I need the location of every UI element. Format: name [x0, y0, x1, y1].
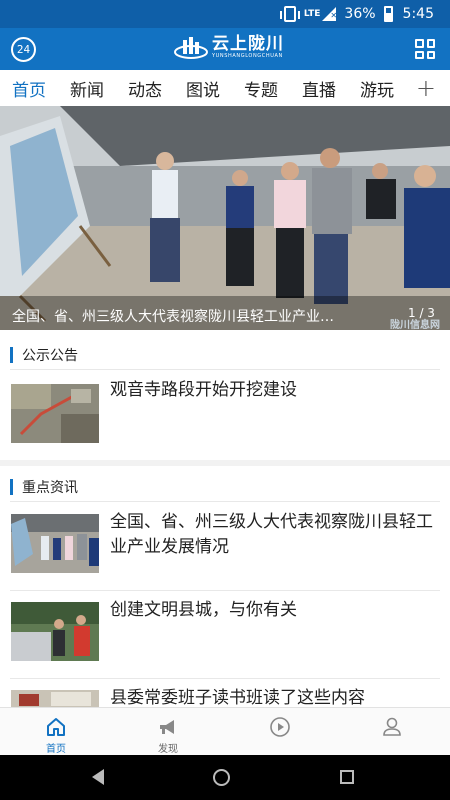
- banner-watermark: 陇川信息网: [390, 320, 440, 331]
- clock: 5:45: [402, 6, 434, 22]
- vibrate-icon: [279, 6, 300, 22]
- news-thumbnail[interactable]: [11, 602, 99, 661]
- channel-tabs: 首页 新闻 动态 图说 专题 直播 游玩 +: [0, 70, 450, 106]
- battery-icon: [383, 6, 393, 22]
- divider: [10, 590, 440, 591]
- tab-travel[interactable]: 游玩: [348, 76, 406, 101]
- banner-carousel[interactable]: [0, 106, 450, 330]
- signal-icon: ✕: [322, 7, 337, 21]
- tab-live[interactable]: 直播: [290, 76, 348, 101]
- nav-video[interactable]: [245, 708, 315, 756]
- tab-topics[interactable]: 专题: [232, 76, 290, 101]
- divider: [10, 369, 440, 370]
- key-news-section-header: 重点资讯: [10, 477, 78, 497]
- news-title[interactable]: 观音寺路段开始开挖建设: [110, 378, 440, 403]
- logo-subtitle: YUNSHANGLONGCHUAN: [212, 53, 283, 59]
- tab-photos[interactable]: 图说: [174, 76, 232, 101]
- logo-title: 云上陇川: [212, 34, 284, 54]
- news-title[interactable]: 全国、省、州三级人大代表视察陇川县轻工业产业发展情况: [110, 510, 440, 560]
- banner-caption[interactable]: 全国、省、州三级人大代表视察陇川县轻工业产业…: [12, 306, 382, 326]
- daily-badge-button[interactable]: 24: [11, 37, 36, 62]
- section-marker: [10, 347, 13, 363]
- divider: [10, 501, 440, 502]
- nav-label: 首页: [46, 744, 66, 755]
- nav-discover[interactable]: 发现: [133, 708, 203, 756]
- tab-updates[interactable]: 动态: [116, 76, 174, 101]
- megaphone-icon: [157, 716, 179, 738]
- section-title: 重点资讯: [22, 480, 78, 496]
- bottom-navigation: 首页 发现: [0, 707, 450, 755]
- section-gap: [0, 460, 450, 466]
- app-screen: LTE ✕ 36% 5:45 24 云上陇川 YUNSHANGLONGCHUAN: [0, 0, 450, 800]
- network-indicator: LTE ✕: [304, 7, 337, 21]
- recent-apps-icon[interactable]: [340, 770, 354, 784]
- home-circle-icon[interactable]: [213, 769, 230, 786]
- battery-percent: 36%: [344, 6, 376, 22]
- news-thumbnail[interactable]: [11, 384, 99, 443]
- app-header: 24 云上陇川 YUNSHANGLONGCHUAN: [0, 28, 450, 70]
- status-bar: LTE ✕ 36% 5:45: [0, 0, 450, 28]
- system-navigation-bar: [0, 755, 450, 800]
- banner-photo: [0, 106, 450, 330]
- divider: [10, 678, 440, 679]
- notice-section-header: 公示公告: [10, 345, 78, 365]
- news-thumbnail[interactable]: [11, 514, 99, 573]
- grid-menu-icon[interactable]: [415, 39, 435, 59]
- network-type: LTE: [303, 8, 321, 19]
- nav-label: 发现: [158, 744, 178, 755]
- tab-home[interactable]: 首页: [0, 76, 58, 101]
- nav-profile[interactable]: [357, 708, 427, 756]
- user-icon: [381, 716, 403, 738]
- tab-news[interactable]: 新闻: [58, 76, 116, 101]
- news-title[interactable]: 创建文明县城，与你有关: [110, 598, 440, 623]
- nav-home[interactable]: 首页: [21, 708, 91, 756]
- section-marker: [10, 479, 13, 495]
- play-icon: [269, 716, 291, 738]
- logo-icon: [174, 36, 208, 59]
- back-icon[interactable]: [92, 769, 104, 785]
- app-logo: 云上陇川 YUNSHANGLONGCHUAN: [174, 35, 284, 60]
- plus-icon[interactable]: +: [416, 74, 436, 102]
- section-title: 公示公告: [22, 348, 78, 364]
- home-icon: [45, 716, 67, 738]
